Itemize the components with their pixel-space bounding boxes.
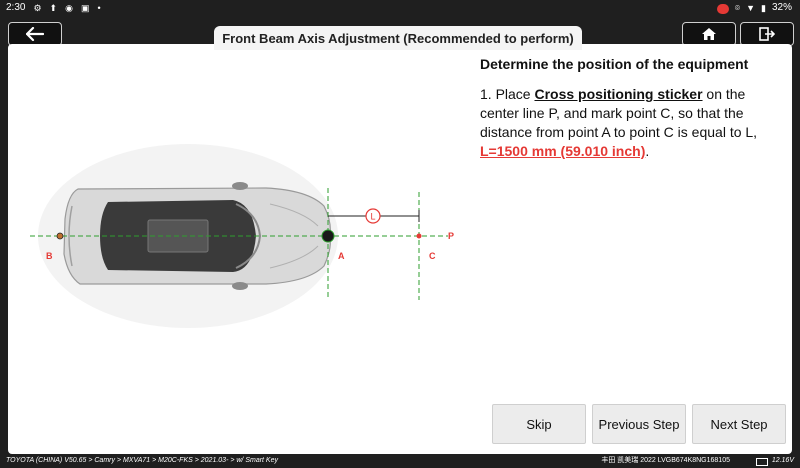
distance-suffix: . — [645, 143, 650, 159]
label-b: B — [46, 251, 53, 261]
instructions-panel: Determine the position of the equipment … — [480, 56, 780, 161]
label-p: P — [448, 231, 454, 241]
status-left: 2:30 ⚙ ⬆ ◉ ▣ • — [6, 0, 101, 16]
footer-bar: TOYOTA (CHINA) V50.65 > Camry > MXVA71 >… — [0, 454, 800, 468]
main-panel: L B A C P Determine the position of the … — [8, 44, 792, 454]
exit-button[interactable] — [740, 22, 794, 46]
wifi-icon: ▼ — [746, 3, 756, 13]
label-l: L — [370, 212, 375, 222]
car-position-diagram: L B A C P — [30, 144, 454, 328]
battery-icon: ▮ — [761, 3, 766, 13]
next-step-button[interactable]: Next Step — [692, 404, 786, 444]
upload-icon: ⬆ — [49, 3, 58, 13]
battery-level: 32% — [771, 2, 792, 13]
back-arrow-icon — [26, 27, 44, 41]
sticker-label: Cross positioning sticker — [534, 86, 703, 102]
label-c: C — [429, 251, 436, 261]
vehicle-info: 丰田 凯美瑞 2022 LVGB674K8NG168105 — [601, 457, 730, 464]
instructions-step-1: 1. Place Cross positioning sticker on th… — [480, 85, 780, 161]
skip-button[interactable]: Skip — [492, 404, 586, 444]
previous-step-button[interactable]: Previous Step — [592, 404, 686, 444]
instructions-heading: Determine the position of the equipment — [480, 56, 749, 72]
voltage-value: 12.16V — [771, 457, 794, 464]
back-button[interactable] — [8, 22, 62, 46]
point-c-marker — [416, 233, 422, 239]
label-a: A — [338, 251, 345, 261]
notification-icon: ▣ — [80, 3, 90, 13]
settings-icon: ⚙ — [33, 3, 42, 13]
status-right: ⌾ ▼ ▮ 32% — [716, 0, 792, 16]
voltage-display: 12.16V — [755, 454, 794, 468]
point-a-marker — [321, 229, 335, 243]
status-bar: 2:30 ⚙ ⬆ ◉ ▣ • ⌾ ▼ ▮ 32% — [0, 0, 800, 16]
point-b-marker — [56, 232, 64, 240]
car-battery-icon — [755, 458, 768, 466]
home-button[interactable] — [682, 22, 736, 46]
location-icon: ⌾ — [734, 3, 741, 13]
status-time: 2:30 — [6, 2, 26, 13]
vehicle-breadcrumb: TOYOTA (CHINA) V50.65 > Camry > MXVA71 >… — [6, 457, 278, 464]
page-title: Front Beam Axis Adjustment (Recommended … — [214, 26, 582, 50]
record-icon: ◉ — [65, 3, 73, 13]
home-icon — [702, 28, 716, 40]
exit-icon — [759, 27, 775, 41]
recording-indicator-icon — [716, 4, 729, 14]
step-prefix: 1. Place — [480, 86, 535, 102]
distance-value: L=1500 mm (59.010 inch) — [480, 143, 646, 159]
dot-icon: • — [97, 3, 101, 13]
